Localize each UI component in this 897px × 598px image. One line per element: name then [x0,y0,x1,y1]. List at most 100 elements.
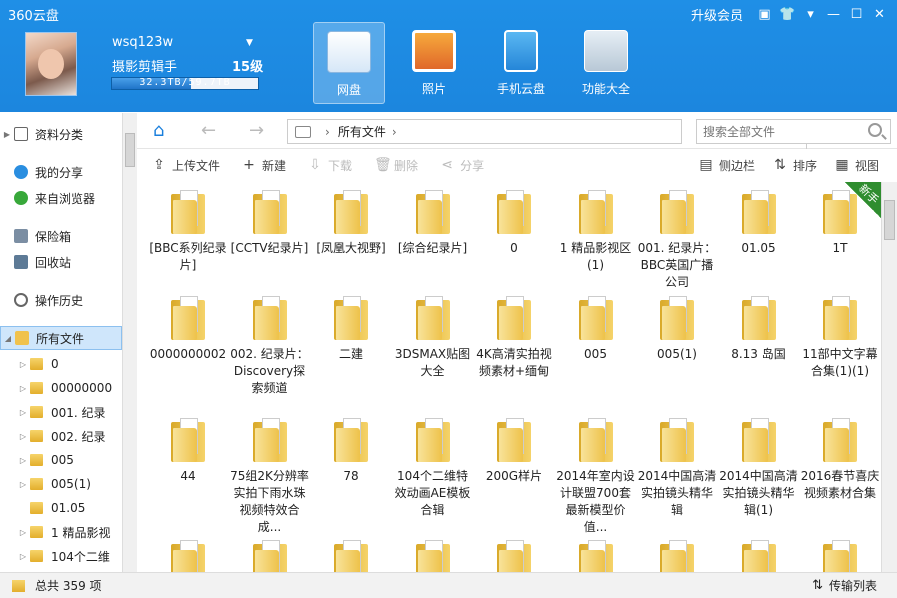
back-arrow-icon[interactable]: ← [201,120,223,142]
file-item[interactable] [800,532,880,572]
nav-mobile-cloud[interactable]: 手机云盘 [485,22,557,104]
file-item[interactable] [474,532,554,572]
search-icon[interactable] [868,123,882,137]
tree-item[interactable]: ▷ 104个二维 [0,544,122,568]
file-item[interactable] [148,532,228,572]
avatar[interactable] [25,32,77,96]
file-item[interactable] [637,532,717,572]
file-grid-scrollbar[interactable] [881,182,897,572]
file-item[interactable]: 8.13 岛国 [719,288,799,363]
forward-arrow-icon[interactable]: → [249,120,271,142]
path-chevron-icon[interactable]: › [325,125,330,139]
path-bar[interactable]: › 所有文件 › ↻ [287,119,826,150]
file-item[interactable] [719,532,799,572]
sidebar-scrollbar[interactable] [122,113,137,572]
file-item[interactable]: 2014年室内设计联盟700套最新模型价值... [556,410,636,536]
tree-item-label: 01.05 [51,501,86,515]
file-item[interactable] [311,532,391,572]
home-icon[interactable]: ⌂ [153,121,173,141]
minimize-icon[interactable]: — [822,4,845,24]
tree-item[interactable]: ▷ 1 精品影视 [0,520,122,544]
file-item[interactable]: 002. 纪录片：Discovery探索频道 [230,288,310,397]
file-item[interactable]: 44 [148,410,228,485]
sidebar-item-all-files[interactable]: ◢ 所有文件 [0,326,122,350]
sidebar-item-recycle[interactable]: 回收站 [0,250,122,274]
folder-icon [30,454,43,466]
skin-icon[interactable]: 👕 [776,4,799,24]
expand-arrow-icon[interactable]: ▶ [0,130,14,139]
tree-item[interactable]: 01.05 [0,496,122,520]
nav-apps[interactable]: 功能大全 [570,22,642,104]
upload-button[interactable]: ⇪ 上传文件 [152,157,220,174]
search-box[interactable] [696,119,891,144]
file-item[interactable]: [BBC系列纪录片] [148,182,228,274]
file-item[interactable]: 0 [474,182,554,257]
delete-button[interactable]: 🗑 删除 [374,157,418,174]
toolbar: ⇪ 上传文件 + 新建 ⇩ 下载 🗑 删除 ⋖ 分享 ▤ 侧边栏 ⇅ 排序 ▦ 视图 [137,149,897,181]
file-item[interactable]: [综合纪录片] [393,182,473,257]
sidebar-toggle-button[interactable]: ▤ 侧边栏 [699,157,755,174]
file-item[interactable]: 二建 [311,288,391,363]
file-item[interactable]: [CCTV纪录片] [230,182,310,257]
new-user-badge[interactable]: 新手 [845,182,881,218]
file-item[interactable]: 2014中国高清实拍镜头精华辑 [637,410,717,519]
file-item[interactable]: 0000000002 [148,288,228,363]
sidebar-scroll-thumb[interactable] [125,133,135,167]
sidebar-item-browser[interactable]: 来自浏览器 [0,186,122,210]
share-button[interactable]: ⋖ 分享 [440,157,484,174]
sort-button[interactable]: ⇅ 排序 [773,157,817,174]
tree-item[interactable]: ▷ 002. 纪录 [0,424,122,448]
file-item[interactable] [556,532,636,572]
tree-item[interactable]: ▷ 005(1) [0,472,122,496]
file-item[interactable]: 2016春节喜庆视频素材合集 [800,410,880,502]
file-item[interactable]: 2014中国高清实拍镜头精华辑(1) [719,410,799,519]
nav-wangpan[interactable]: 网盘 [313,22,385,104]
file-item[interactable]: 3DSMAX贴图大全 [393,288,473,380]
tree-item[interactable]: ▷ 0 [0,352,122,376]
file-item[interactable]: 4K高清实拍视频素材+缅甸 [474,288,554,380]
maximize-icon[interactable]: ☐ [845,4,868,24]
nav-photo[interactable]: 照片 [398,22,470,104]
sidebar-item-label: 我的分享 [35,165,84,180]
close-icon[interactable]: ✕ [868,4,891,24]
download-button[interactable]: ⇩ 下载 [308,157,352,174]
file-item[interactable]: 104个二维特效动画AE模板合辑 [393,410,473,519]
user-dropdown-icon[interactable]: ▼ [246,38,253,48]
file-item[interactable] [230,532,310,572]
file-item[interactable]: 75组2K分辨率实拍下雨水珠视频特效合成... [230,410,310,536]
file-item[interactable]: 1 精品影视区(1) [556,182,636,274]
folder-icon [171,540,205,572]
tree-item[interactable]: ▷ 001. 纪录 [0,400,122,424]
file-item[interactable]: 11部中文字幕合集(1)(1) [800,288,880,380]
delete-label: 删除 [394,158,419,173]
transfer-list-button[interactable]: ⇅ 传输列表 [812,577,877,594]
sidebar-item-my-share[interactable]: 我的分享 [0,160,122,184]
feedback-icon[interactable]: ▣ [753,4,776,24]
file-item[interactable]: 005 [556,288,636,363]
download-icon: ⇩ [309,157,321,173]
upgrade-vip-link[interactable]: 升级会员 [691,5,743,24]
file-item[interactable]: 78 [311,410,391,485]
folder-icon [497,190,531,234]
collapse-arrow-icon[interactable]: ◢ [1,334,15,343]
file-item[interactable]: 005(1) [637,288,717,363]
menu-icon[interactable]: ▾ [799,4,822,24]
file-item[interactable]: 200G样片 [474,410,554,485]
tree-item[interactable]: ▷ 005 [0,448,122,472]
file-item[interactable]: 001. 纪录片：BBC英国广播公司 [637,182,717,291]
file-item[interactable]: 01.05 [719,182,799,257]
sidebar-item-history[interactable]: 操作历史 [0,288,122,312]
file-item[interactable] [393,532,473,572]
new-button[interactable]: + 新建 [242,157,286,174]
file-item[interactable]: [凤凰大视野] [311,182,391,257]
tree-item[interactable]: ▷ 00000000 [0,376,122,400]
sidebar-item-safe[interactable]: 保险箱 [0,224,122,248]
file-grid-scroll-thumb[interactable] [884,200,895,240]
folder-icon [578,540,613,572]
view-button[interactable]: ▦ 视图 [835,157,879,174]
search-input[interactable] [703,120,853,143]
sidebar-item-categories[interactable]: ▶ 资料分类 [0,122,122,146]
sidebar: ▶ 资料分类 我的分享 来自浏览器 保险箱 回收站 操作历史 ◢ 所有文件 ▷ 0… [0,113,122,572]
path-segment[interactable]: 所有文件 [338,123,386,140]
path-chevron-icon[interactable]: › [392,125,397,139]
